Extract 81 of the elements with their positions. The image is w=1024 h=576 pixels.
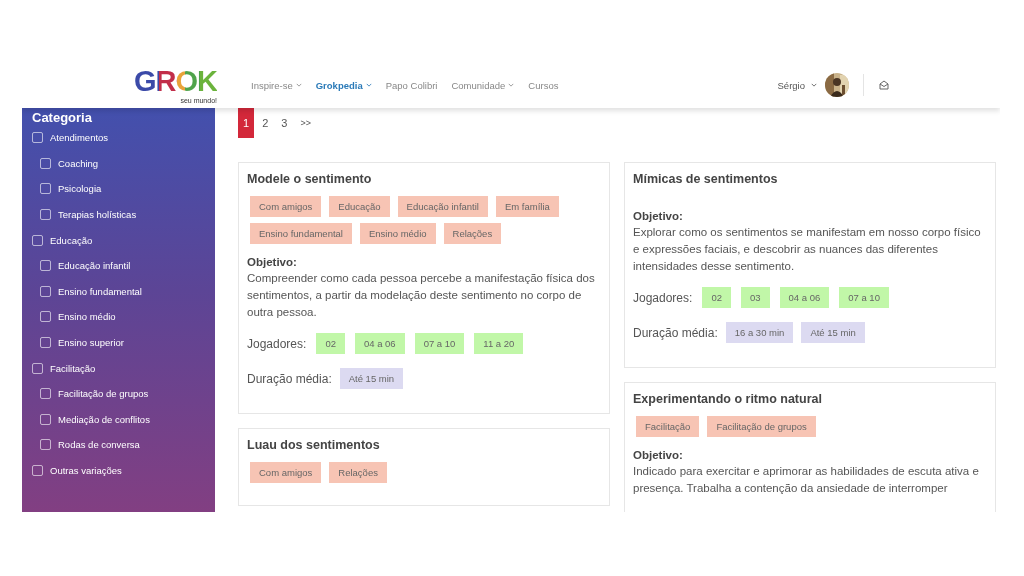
card-title: Mímicas de sentimentos xyxy=(633,172,779,186)
activity-card[interactable] xyxy=(624,162,996,368)
nav-link[interactable]: Grokpedia xyxy=(315,79,372,91)
checkbox[interactable] xyxy=(40,413,51,425)
players-label: Jogadores: xyxy=(247,336,307,351)
objective-label: Objetivo: xyxy=(247,256,298,268)
category-tag[interactable]: Relações xyxy=(443,223,502,244)
players-tag[interactable]: 03 xyxy=(740,287,770,308)
players-label: Jogadores: xyxy=(633,290,693,305)
objective-text: Explorar como os sentimentos se manifestam em nosso corpo físico e expressões faciais, e descobrir as nuances das diferentes intensidades desse sentimento. xyxy=(633,225,982,274)
checkbox[interactable] xyxy=(40,311,51,323)
duration-tag[interactable]: Até 15 min xyxy=(339,368,404,389)
players-tag[interactable]: 04 a 06 xyxy=(779,287,830,308)
category-label[interactable]: Psicologia xyxy=(58,183,102,195)
category-label[interactable]: Mediação de conflitos xyxy=(58,413,150,425)
checkbox[interactable] xyxy=(32,362,43,374)
category-label[interactable]: Terapias holísticas xyxy=(58,209,137,221)
duration-tag[interactable]: Até 15 min xyxy=(801,322,865,343)
objective-label: Objetivo: xyxy=(633,449,684,461)
objective-text: Compreender como cada pessoa percebe a manifestação física dos sentimentos, a partir da modelação deste sentimento no corpo de outra pessoa. xyxy=(247,271,596,320)
players-tag[interactable]: 02 xyxy=(702,287,731,308)
category-label[interactable]: Ensino fundamental xyxy=(58,285,142,297)
checkbox[interactable] xyxy=(40,183,51,195)
checkbox[interactable] xyxy=(40,285,51,297)
category-label[interactable]: Atendimentos xyxy=(50,132,109,144)
category-label[interactable]: Coaching xyxy=(58,157,99,169)
checkbox[interactable] xyxy=(32,132,43,144)
card-title: Modele o sentimento xyxy=(247,172,373,186)
category-tag[interactable]: Ensino fundamental xyxy=(250,223,352,244)
activity-card[interactable] xyxy=(238,162,610,414)
category-label[interactable]: Educação infantil xyxy=(58,260,131,272)
nav-link[interactable]: Inspire-se xyxy=(251,79,302,91)
category-tag[interactable]: Ensino médio xyxy=(360,223,436,244)
nav-link[interactable]: Papo Colibri xyxy=(385,79,438,91)
checkbox[interactable] xyxy=(40,157,51,169)
inbox-icon[interactable] xyxy=(878,79,890,91)
category-tag[interactable]: Educação xyxy=(329,196,390,217)
nav-link[interactable]: Comunidade xyxy=(451,79,515,91)
players-tag[interactable]: 07 a 10 xyxy=(839,287,889,308)
checkbox[interactable] xyxy=(40,337,51,349)
sidebar-title: Categoria xyxy=(31,109,93,125)
next-page-link[interactable]: >> xyxy=(295,108,316,138)
page-link[interactable]: 1 xyxy=(238,108,255,138)
category-tag[interactable]: Com amigos xyxy=(250,462,322,483)
card-title: Experimentando o ritmo natural xyxy=(633,392,823,406)
activity-card[interactable]: Luau dos sentimentos Com amigos Relações xyxy=(238,428,610,506)
checkbox[interactable] xyxy=(40,209,51,221)
duration-label: Duração média: xyxy=(633,325,718,340)
card-title: Luau dos sentimentos xyxy=(247,438,381,452)
user-menu[interactable]: Sérgio xyxy=(777,79,817,91)
page-link[interactable]: 3 xyxy=(276,108,293,138)
category-tag[interactable]: Facilitação de grupos xyxy=(707,416,816,437)
category-tag[interactable]: Com amigos xyxy=(250,196,322,217)
checkbox[interactable] xyxy=(40,260,51,272)
objective-label: Objetivo: xyxy=(633,210,684,222)
players-tag[interactable]: 02 xyxy=(316,333,345,354)
players-tag[interactable]: 07 a 10 xyxy=(414,333,465,354)
category-label[interactable]: Educação xyxy=(50,234,93,246)
category-tag[interactable]: Relações xyxy=(329,462,387,483)
category-label[interactable]: Outras variações xyxy=(50,465,122,476)
category-tag[interactable]: Em família xyxy=(495,196,559,217)
checkbox[interactable] xyxy=(32,234,43,246)
category-label[interactable]: Rodas de conversa xyxy=(58,439,140,451)
page-link[interactable]: 2 xyxy=(257,108,274,138)
duration-label: Duração média: xyxy=(247,371,332,386)
players-tag[interactable]: 11 a 20 xyxy=(474,333,524,354)
players-tag[interactable]: 04 a 06 xyxy=(354,333,405,354)
objective-text: Indicado para exercitar e aprimorar as habilidades de escuta ativa e presença. Trabalha a contenção da ansiedade de interromper xyxy=(633,464,980,496)
checkbox[interactable] xyxy=(32,465,43,476)
category-label[interactable]: Facilitação xyxy=(50,362,96,374)
category-tag[interactable]: Facilitação xyxy=(636,416,700,437)
category-label[interactable]: Ensino médio xyxy=(58,311,116,323)
category-label[interactable]: Facilitação de grupos xyxy=(58,388,149,400)
nav-link[interactable]: Cursos xyxy=(528,79,559,91)
category-tag[interactable]: Educação infantil xyxy=(397,196,488,217)
checkbox[interactable] xyxy=(40,439,51,451)
duration-tag[interactable]: 16 a 30 min xyxy=(725,322,794,343)
activity-card[interactable] xyxy=(624,382,996,512)
category-label[interactable]: Ensino superior xyxy=(58,337,124,349)
caret-icon xyxy=(811,83,817,87)
checkbox[interactable] xyxy=(40,388,51,400)
